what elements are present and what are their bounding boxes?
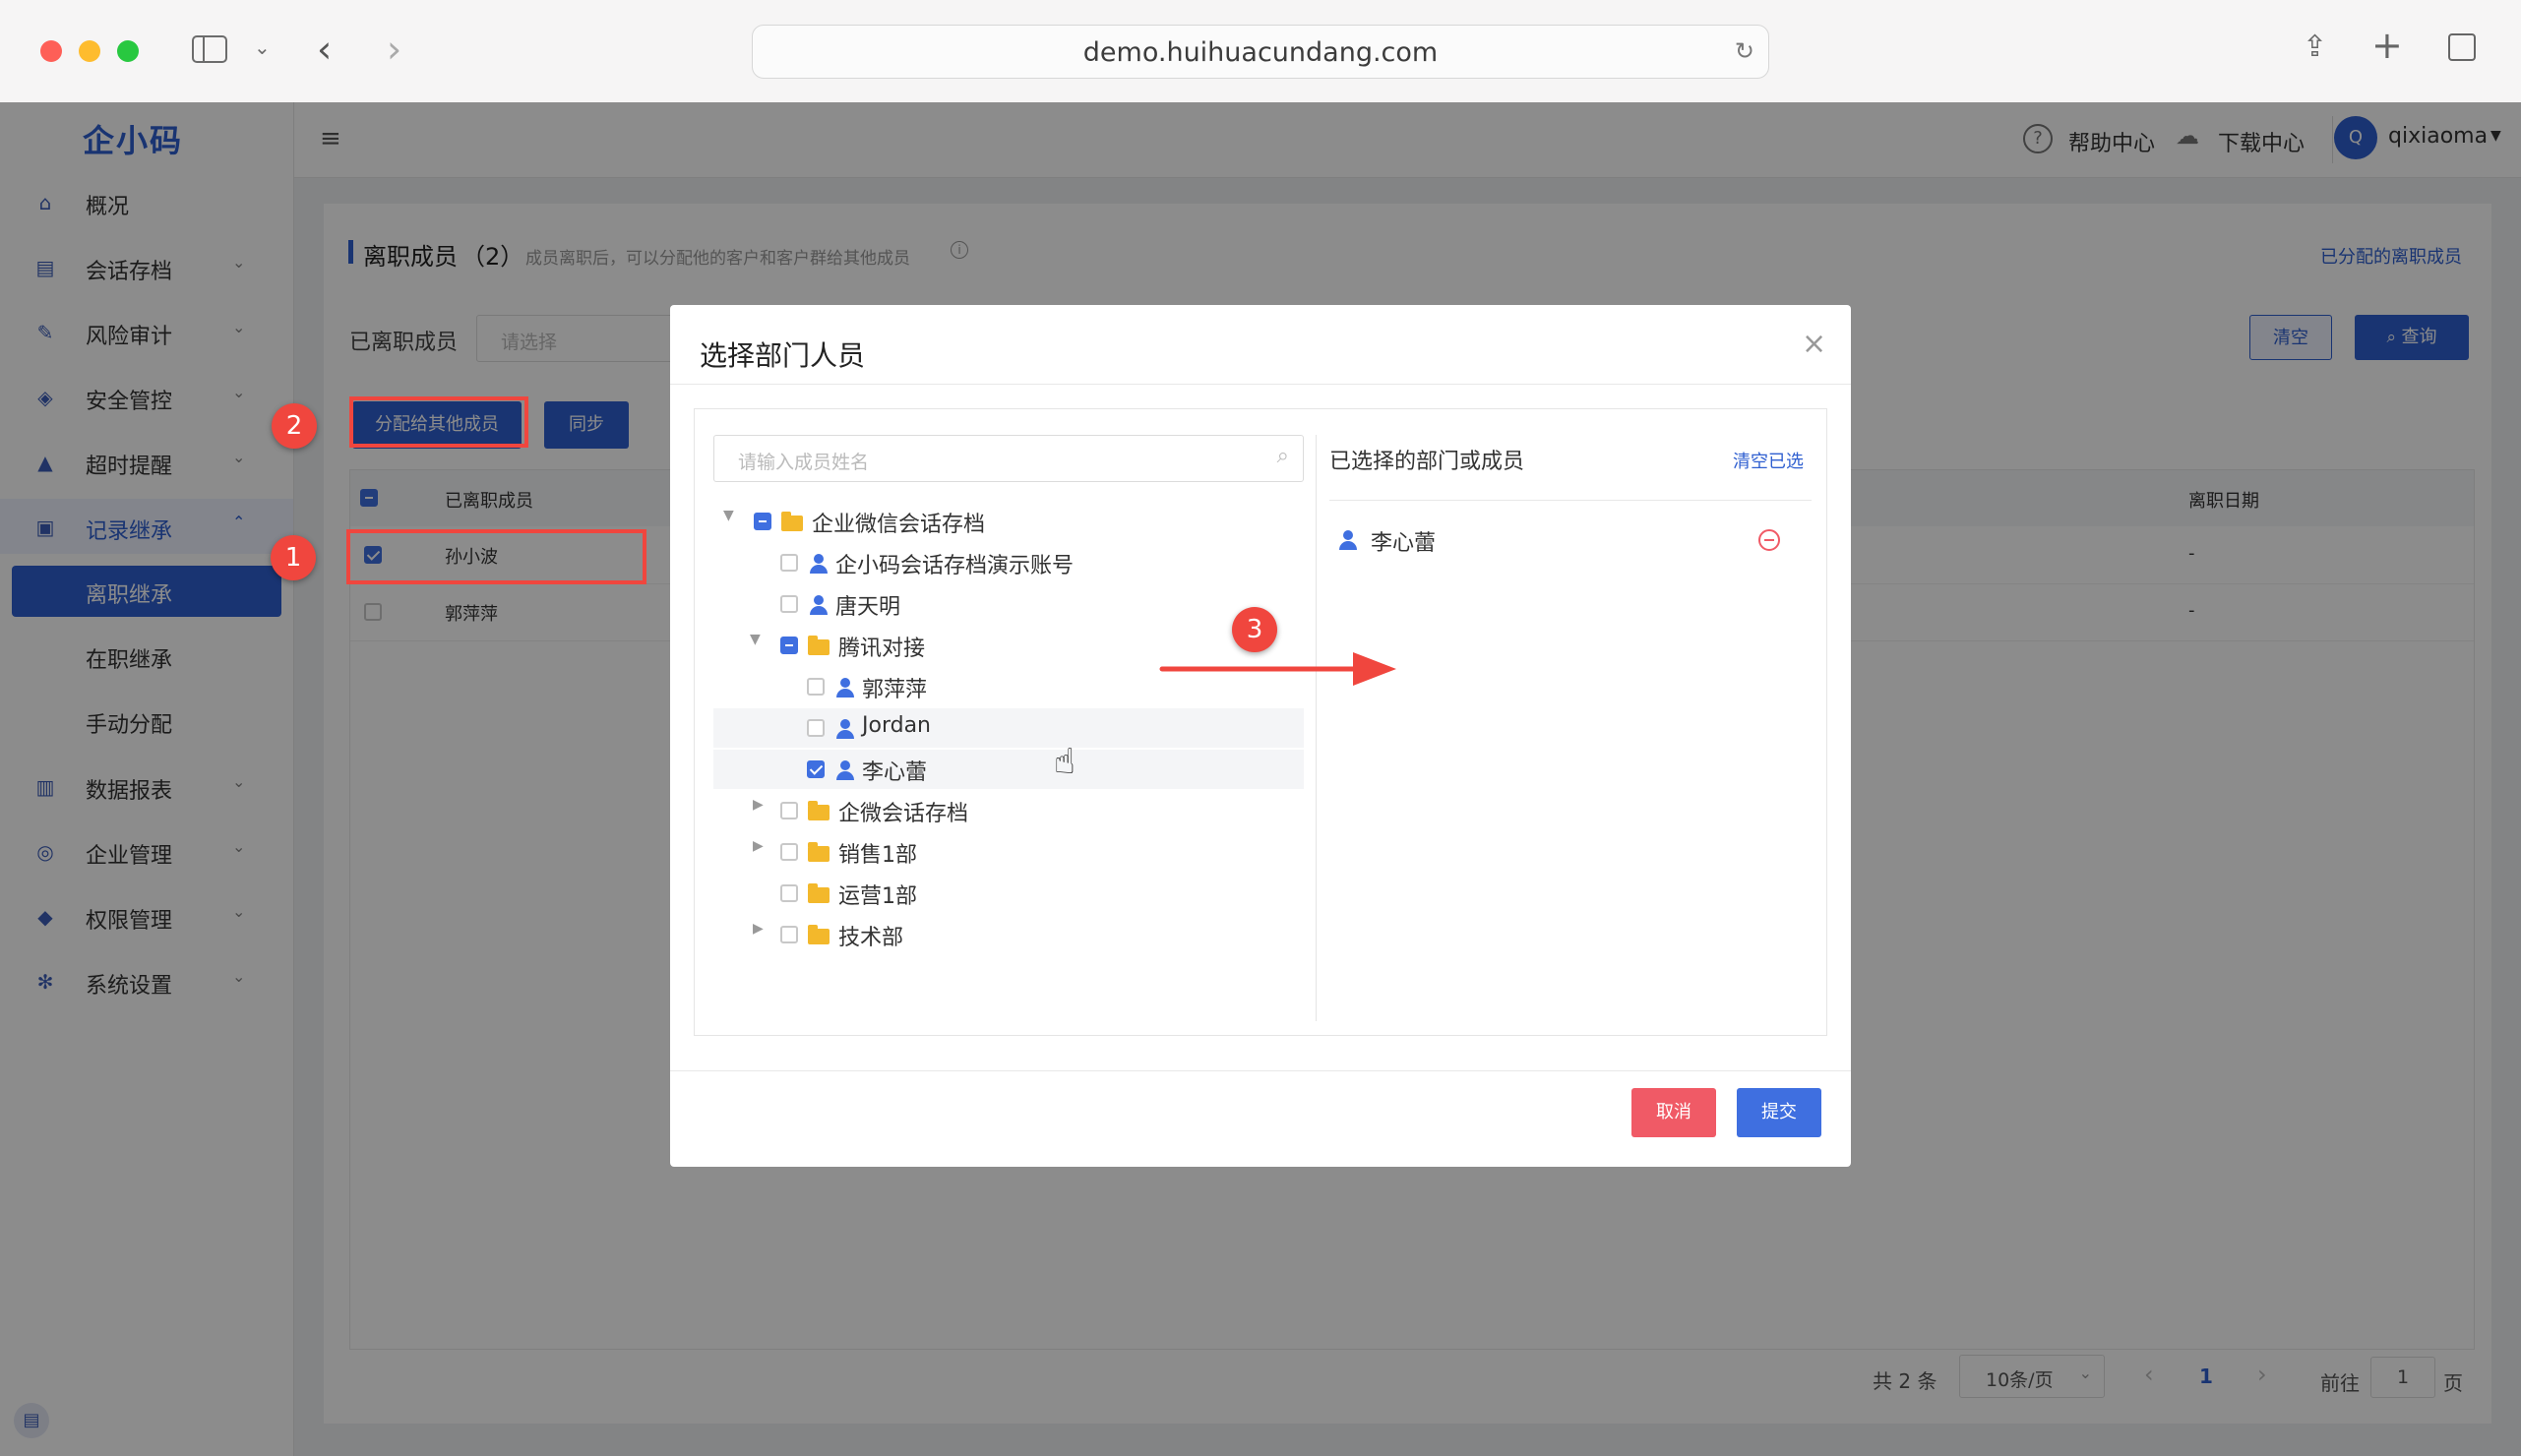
person-icon — [836, 719, 854, 739]
folder-icon — [808, 883, 830, 903]
divider — [670, 1070, 1851, 1071]
reload-icon[interactable]: ↻ — [1735, 37, 1754, 65]
tree-checkbox[interactable] — [780, 595, 798, 613]
expand-down-icon[interactable]: ▼ — [750, 632, 761, 647]
tree-label: 李心蕾 — [862, 760, 928, 785]
department-tree: ▼ 企业微信会话存档 企小码会话存档演示账号 唐天明 ▼ 腾讯对接 郭萍萍 Jo… — [713, 502, 1304, 950]
url-text: demo.huihuacundang.com — [1082, 37, 1439, 68]
close-icon[interactable]: × — [1802, 327, 1826, 361]
tree-label: 腾讯对接 — [838, 637, 926, 661]
sidebar-toggle-icon[interactable] — [192, 35, 227, 63]
tree-node-member[interactable]: 唐天明 — [713, 584, 1304, 624]
annotation-badge: 3 — [1232, 607, 1277, 652]
tree-checkbox[interactable] — [780, 884, 798, 902]
selected-panel-title: 已选择的部门或成员 — [1329, 450, 1525, 474]
submit-button[interactable]: 提交 — [1737, 1088, 1821, 1137]
tree-node-department[interactable]: ▶ 技术部 — [713, 915, 1304, 954]
expand-right-icon[interactable]: ▶ — [753, 838, 764, 854]
select-member-dialog: 选择部门人员 × 请输入成员姓名 ⌕ ▼ 企业微信会话存档 企小码会话存档演示账… — [670, 305, 1851, 1167]
person-icon — [810, 554, 828, 574]
person-icon — [836, 678, 854, 698]
folder-icon — [808, 925, 830, 944]
folder-icon — [808, 842, 830, 862]
back-arrow-icon[interactable]: ‹ — [317, 28, 332, 71]
browser-toolbar: ⌄ ‹ › demo.huihuacundang.com ↻ ⇪ + — [0, 0, 2521, 103]
tree-checkbox[interactable] — [780, 637, 798, 654]
tree-node-member[interactable]: Jordan — [713, 708, 1304, 748]
annotation-badge: 1 — [271, 535, 316, 580]
tree-checkbox[interactable] — [807, 678, 825, 696]
divider — [1329, 500, 1812, 501]
hand-cursor-icon: ☝ — [1054, 742, 1076, 782]
tree-label: 企微会话存档 — [838, 802, 969, 826]
annotation-badge: 2 — [272, 403, 317, 449]
expand-right-icon[interactable]: ▶ — [753, 921, 764, 937]
remove-icon[interactable] — [1758, 529, 1780, 551]
tree-label: 唐天明 — [835, 595, 901, 620]
selected-item-label: 李心蕾 — [1371, 531, 1437, 556]
cancel-button[interactable]: 取消 — [1631, 1088, 1716, 1137]
tree-checkbox[interactable] — [807, 760, 825, 778]
folder-icon — [781, 512, 803, 531]
tree-node-department[interactable]: ▶ 销售1部 — [713, 832, 1304, 872]
tree-node-department[interactable]: 运营1部 — [713, 874, 1304, 913]
clear-selected-link[interactable]: 清空已选 — [1733, 448, 1804, 473]
tree-node-department[interactable]: ▶ 企微会话存档 — [713, 791, 1304, 830]
highlight-box — [346, 529, 646, 584]
close-window-button[interactable] — [40, 40, 62, 62]
new-tab-icon[interactable]: + — [2371, 24, 2403, 67]
chevron-down-icon[interactable]: ⌄ — [254, 35, 271, 59]
tabs-overview-icon[interactable] — [2448, 33, 2476, 61]
tree-checkbox[interactable] — [780, 802, 798, 819]
folder-icon — [808, 801, 830, 820]
folder-icon — [808, 636, 830, 655]
minimize-window-button[interactable] — [79, 40, 100, 62]
address-bar[interactable]: demo.huihuacundang.com ↻ — [752, 25, 1769, 79]
share-icon[interactable]: ⇪ — [2303, 30, 2327, 64]
divider — [670, 384, 1851, 385]
tree-node-member-selected[interactable]: 李心蕾 — [713, 750, 1304, 789]
tree-checkbox[interactable] — [780, 926, 798, 943]
expand-down-icon[interactable]: ▼ — [723, 508, 734, 523]
highlight-box — [349, 396, 528, 448]
tree-label: 技术部 — [838, 926, 904, 950]
search-icon: ⌕ — [1276, 444, 1289, 468]
tree-checkbox[interactable] — [807, 719, 825, 737]
tree-label: 郭萍萍 — [862, 678, 928, 702]
dialog-title: 选择部门人员 — [700, 339, 866, 372]
tree-label: 企业微信会话存档 — [812, 513, 986, 537]
person-icon — [810, 595, 828, 615]
tree-checkbox[interactable] — [754, 513, 771, 530]
annotation-arrow — [1159, 652, 1396, 686]
forward-arrow-icon[interactable]: › — [387, 28, 401, 71]
tree-checkbox[interactable] — [780, 554, 798, 572]
person-icon — [836, 760, 854, 780]
tree-label: 运营1部 — [838, 884, 917, 909]
tree-node-root[interactable]: ▼ 企业微信会话存档 — [713, 502, 1304, 541]
tree-label: 销售1部 — [838, 843, 917, 868]
tree-label: Jordan — [862, 713, 931, 738]
maximize-window-button[interactable] — [117, 40, 139, 62]
person-icon — [1339, 530, 1357, 550]
tree-checkbox[interactable] — [780, 843, 798, 861]
selected-item: 李心蕾 — [1329, 521, 1812, 561]
member-search-input[interactable]: 请输入成员姓名 ⌕ — [713, 435, 1304, 482]
expand-right-icon[interactable]: ▶ — [753, 797, 764, 813]
search-placeholder: 请输入成员姓名 — [738, 452, 870, 473]
tree-label: 企小码会话存档演示账号 — [835, 554, 1075, 578]
tree-node-member[interactable]: 企小码会话存档演示账号 — [713, 543, 1304, 582]
divider — [1316, 435, 1317, 1021]
